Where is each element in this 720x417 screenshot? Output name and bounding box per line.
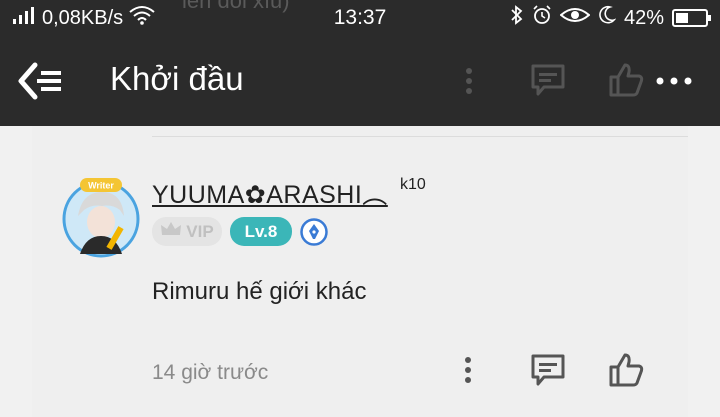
like-icon[interactable] bbox=[604, 60, 648, 100]
timestamp: 14 giờ trước bbox=[152, 361, 269, 384]
writer-pen-icon[interactable] bbox=[300, 217, 328, 246]
more-horizontal-icon[interactable] bbox=[653, 66, 695, 96]
avatar-badge-text: Writer bbox=[88, 181, 114, 191]
comment-icon[interactable] bbox=[526, 60, 570, 100]
username-suffix: k10 bbox=[400, 176, 426, 193]
username[interactable]: YUUMA✿ARASHI︵ bbox=[152, 175, 388, 211]
status-right: 42% bbox=[510, 0, 711, 36]
level-badge[interactable]: Lv.8 bbox=[230, 217, 292, 246]
reply-icon[interactable] bbox=[526, 350, 570, 390]
battery-fill bbox=[676, 13, 688, 23]
page-title: Khởi đầu bbox=[110, 60, 244, 97]
eye-icon bbox=[559, 5, 591, 31]
bluetooth-icon bbox=[510, 5, 524, 31]
more-vertical-icon[interactable] bbox=[455, 63, 483, 99]
avatar[interactable]: Writer bbox=[60, 176, 142, 258]
comment-card bbox=[32, 126, 688, 417]
badges-row: VIP Lv.8 bbox=[152, 217, 328, 246]
crown-icon bbox=[160, 221, 182, 242]
back-menu-icon[interactable] bbox=[12, 58, 76, 104]
comment-more-icon[interactable] bbox=[455, 352, 481, 388]
vip-badge[interactable]: VIP bbox=[152, 217, 222, 246]
vip-label: VIP bbox=[186, 221, 214, 241]
comment-text: Rimuru hế giới khác bbox=[152, 278, 367, 305]
status-bar: iên đôi xíu) 0,08KB/s 13:37 42% bbox=[0, 0, 720, 36]
alarm-icon bbox=[532, 5, 552, 31]
battery-icon bbox=[672, 9, 711, 27]
battery-percent: 42% bbox=[623, 6, 664, 29]
comment-like-icon[interactable] bbox=[604, 350, 648, 390]
app-bar: Khởi đầu bbox=[0, 36, 720, 126]
moon-icon bbox=[598, 5, 617, 31]
divider bbox=[152, 136, 688, 137]
